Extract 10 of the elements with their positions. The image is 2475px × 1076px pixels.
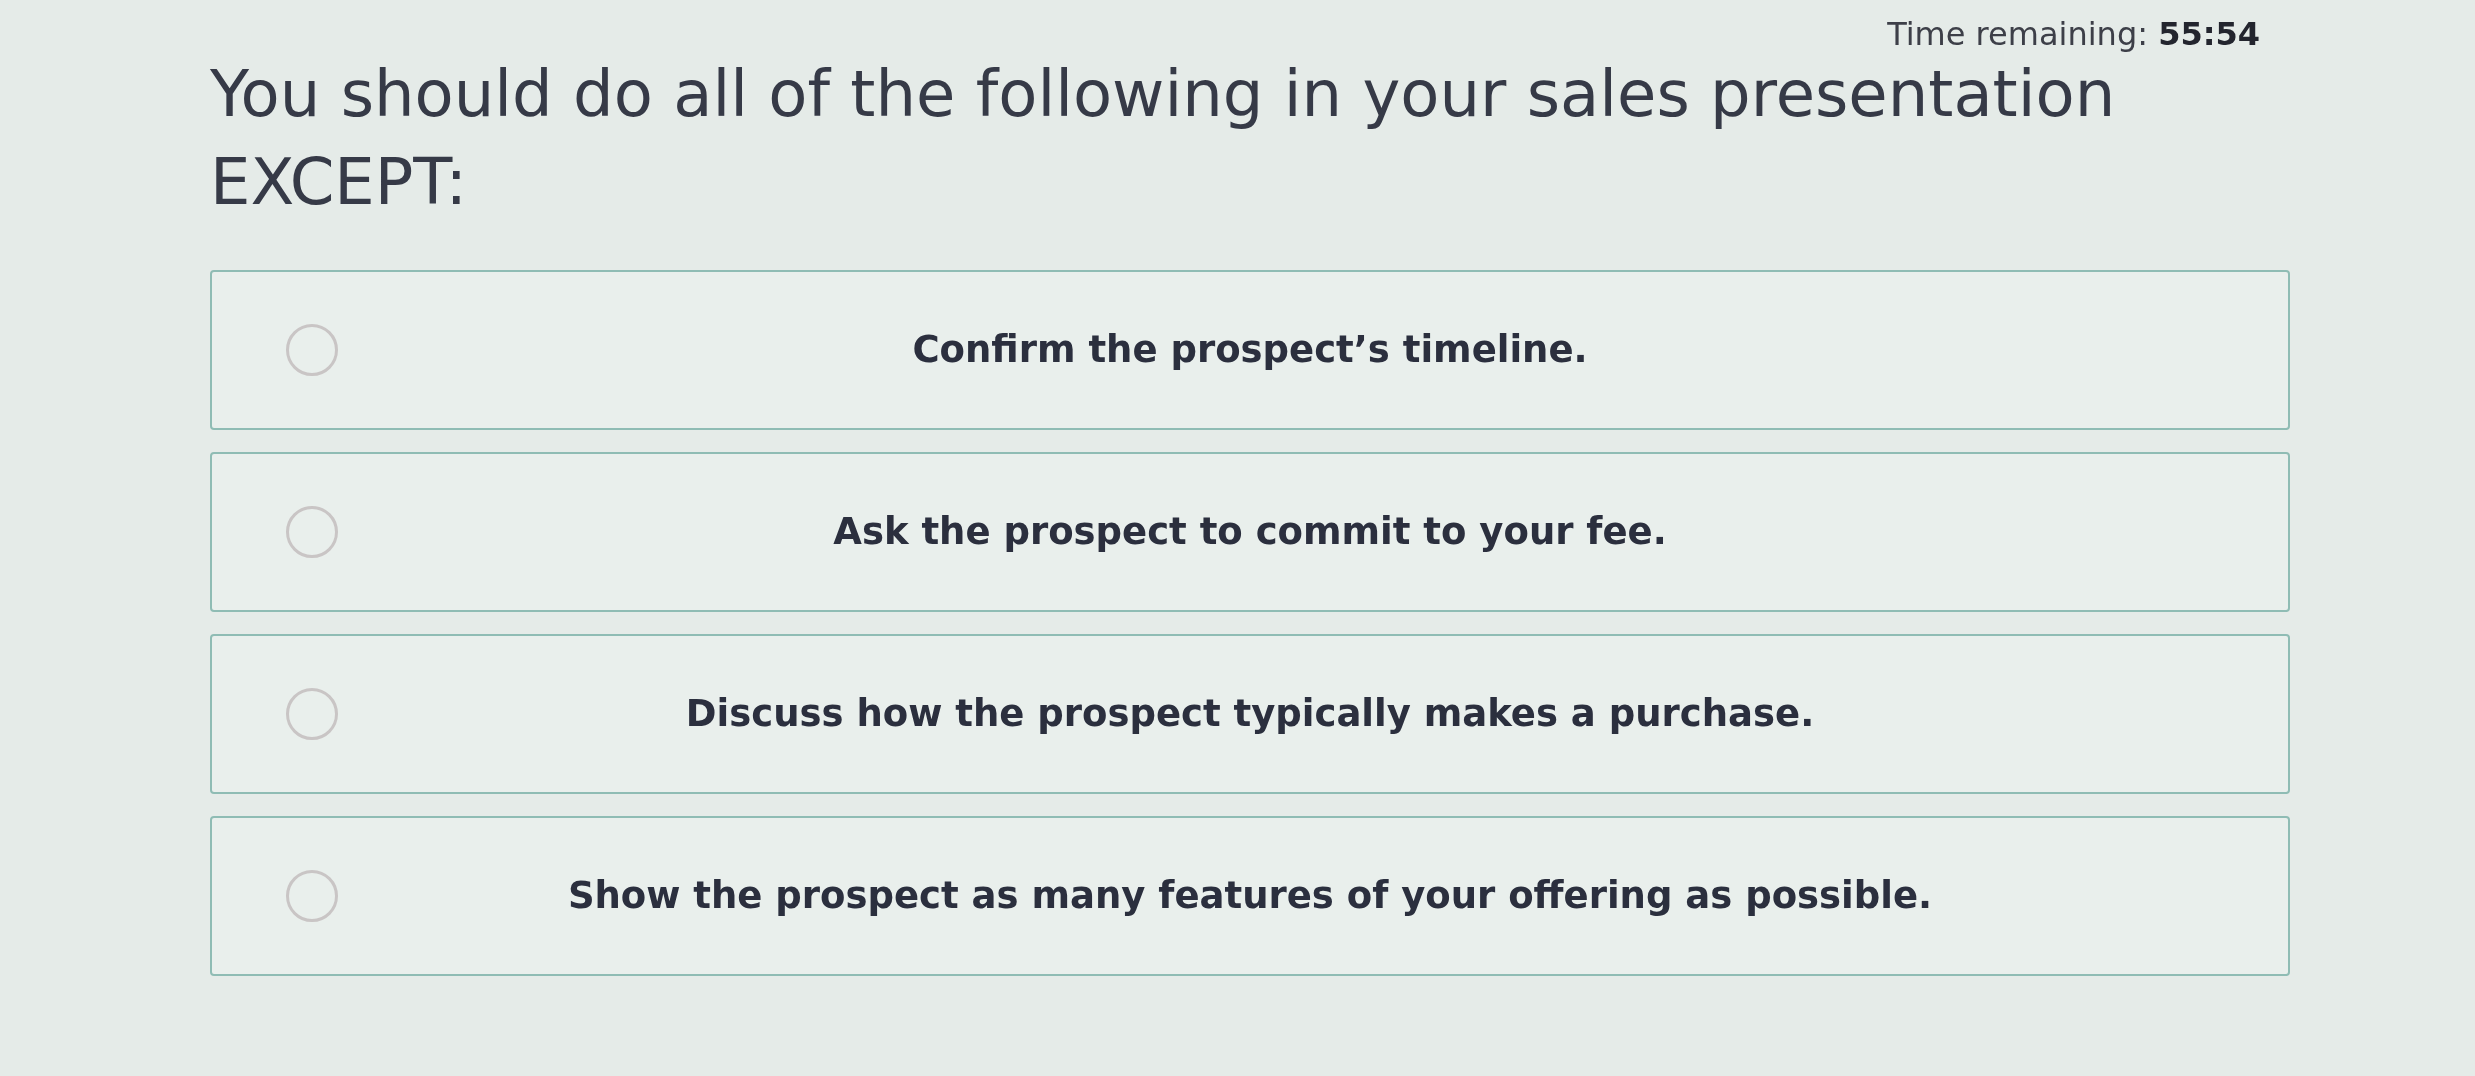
radio-button[interactable] (286, 505, 338, 558)
radio-button[interactable] (286, 869, 338, 922)
answer-option[interactable]: Confirm the prospect’s timeline. (210, 269, 2290, 430)
answer-option[interactable]: Show the prospect as many features of your offering as possible. (210, 815, 2290, 976)
question-text: You should do all of the following in your sales presentation EXCEPT: (210, 55, 2117, 221)
radio-button[interactable] (286, 687, 338, 740)
answer-option[interactable]: Ask the prospect to commit to your fee. (210, 451, 2290, 612)
answer-option[interactable]: Discuss how the prospect typically makes a purchase. (210, 633, 2290, 794)
time-remaining: Time remaining: 55:54 (1887, 14, 2260, 55)
radio-button[interactable] (286, 323, 338, 376)
